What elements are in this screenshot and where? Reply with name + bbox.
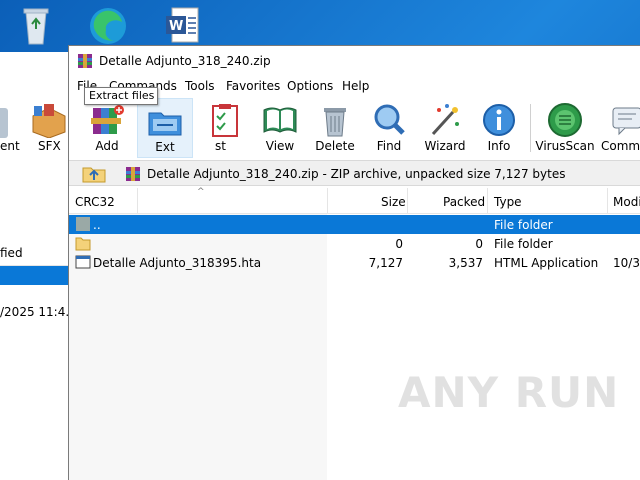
- address-bar: Detalle Adjunto_318_240.zip - ZIP archiv…: [69, 160, 640, 186]
- archive-path-text: Detalle Adjunto_318_240.zip - ZIP archiv…: [147, 167, 566, 181]
- recycle-bin-icon[interactable]: [16, 4, 60, 46]
- column-modified[interactable]: Modi: [613, 195, 640, 209]
- parent-folder-icon: [75, 216, 91, 232]
- extract-files-tooltip: Extract files: [84, 87, 158, 105]
- comment-icon: [609, 102, 640, 138]
- background-toolbar-label[interactable]: ent: [0, 139, 20, 153]
- row-type: File folder: [494, 237, 553, 251]
- row-name: Detalle Adjunto_318395.hta: [93, 256, 262, 270]
- background-column-header[interactable]: fied: [0, 240, 70, 266]
- virusscan-button[interactable]: VirusScan: [535, 98, 595, 158]
- zip-archive-icon: [125, 166, 141, 182]
- info-button[interactable]: Info: [471, 98, 527, 158]
- find-button[interactable]: Find: [361, 98, 417, 158]
- word-document-icon[interactable]: W: [164, 4, 208, 46]
- background-toolbar: ent SFX: [0, 96, 70, 210]
- hta-file-icon: [75, 254, 91, 270]
- folder-icon: [75, 235, 91, 251]
- trash-can-icon: [317, 102, 353, 138]
- view-book-icon: [262, 102, 298, 138]
- virusscan-button-label: VirusScan: [535, 139, 595, 153]
- file-list: ^ CRC32 Size Packed Type Modi .. File fo…: [69, 187, 640, 480]
- background-row-date: /2025 11:4...: [0, 305, 77, 319]
- table-row[interactable]: .. File folder: [69, 215, 640, 234]
- menu-favorites[interactable]: Favorites: [226, 79, 280, 93]
- test-clipboard-icon: [207, 102, 243, 138]
- magnifier-icon: [371, 102, 407, 138]
- row-modified: 10/3/: [613, 256, 640, 270]
- table-row[interactable]: Detalle Adjunto_318395.hta 7,127 3,537 H…: [69, 253, 640, 272]
- anyrun-watermark: ANY RUN: [398, 368, 620, 417]
- header-divider[interactable]: [487, 188, 488, 214]
- info-button-label: Info: [487, 139, 511, 153]
- modified-column-label: fied: [0, 246, 23, 260]
- magic-wand-icon: [427, 102, 463, 138]
- row-type: File folder: [494, 218, 553, 232]
- sfx-label[interactable]: SFX: [38, 139, 61, 153]
- comment-button[interactable]: Comm: [599, 98, 640, 158]
- column-size[interactable]: Size: [381, 195, 406, 209]
- partial-toolbar-icon: [0, 108, 8, 138]
- window-title: Detalle Adjunto_318_240.zip: [99, 54, 271, 68]
- header-divider[interactable]: [327, 188, 328, 214]
- row-size: 0: [395, 237, 403, 251]
- row-type: HTML Application: [494, 256, 599, 270]
- test-button[interactable]: st: [197, 98, 253, 158]
- up-folder-button[interactable]: [79, 164, 109, 184]
- view-button[interactable]: View: [252, 98, 308, 158]
- sort-indicator-icon: ^: [197, 187, 205, 197]
- row-size: 7,127: [368, 256, 403, 270]
- sfx-icon: [30, 102, 68, 141]
- title-bar[interactable]: Detalle Adjunto_318_240.zip: [69, 46, 640, 76]
- background-winrar-window: ent SFX fied /2025 11:4...: [0, 52, 77, 480]
- virus-scan-icon: [547, 102, 583, 138]
- column-packed[interactable]: Packed: [443, 195, 485, 209]
- info-icon: [481, 102, 517, 138]
- row-packed: 0: [475, 237, 483, 251]
- edge-browser-icon[interactable]: [86, 4, 130, 46]
- comment-button-label: Comm: [601, 139, 640, 153]
- add-archive-icon: [89, 102, 125, 138]
- menu-options[interactable]: Options: [287, 79, 333, 93]
- extract-to-button[interactable]: Ext: [137, 98, 193, 158]
- header-divider[interactable]: [137, 188, 138, 214]
- column-type[interactable]: Type: [494, 195, 522, 209]
- add-button[interactable]: Add: [79, 98, 135, 158]
- row-packed: 3,537: [448, 256, 483, 270]
- list-header: ^ CRC32 Size Packed Type Modi: [69, 187, 640, 214]
- winrar-app-icon: [77, 53, 93, 69]
- row-name: ..: [93, 218, 101, 232]
- extract-folder-icon: [147, 103, 183, 139]
- menu-help[interactable]: Help: [342, 79, 369, 93]
- add-button-label: Add: [95, 139, 119, 153]
- column-crc32[interactable]: CRC32: [75, 195, 115, 209]
- header-divider[interactable]: [407, 188, 408, 214]
- header-divider[interactable]: [607, 188, 608, 214]
- table-row[interactable]: 0 0 File folder: [69, 234, 640, 253]
- background-selected-row[interactable]: [0, 266, 70, 285]
- menu-tools[interactable]: Tools: [185, 79, 215, 93]
- svg-text:W: W: [169, 19, 183, 34]
- extract-button-label: Ext: [155, 140, 175, 154]
- toolbar: Add Ext st View Delete Find Wizard Info …: [69, 98, 640, 158]
